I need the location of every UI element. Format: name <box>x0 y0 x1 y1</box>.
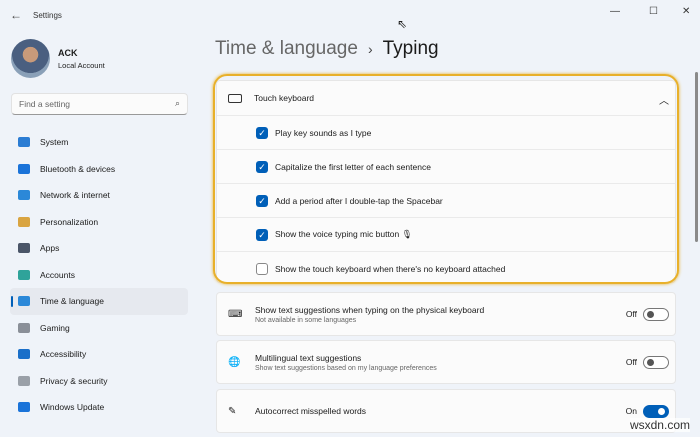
sidebar-item-network-internet[interactable]: Network & internet <box>10 182 188 209</box>
setting-icon: 🌐 <box>228 356 241 368</box>
apps-icon <box>18 243 30 254</box>
avatar[interactable] <box>11 39 50 78</box>
sidebar-item-label: Personalization <box>40 216 99 227</box>
sidebar-item-label: Gaming <box>40 322 70 333</box>
setting-card: ✎ Autocorrect misspelled words On <box>216 389 676 433</box>
search-icon[interactable]: ⌕ <box>175 98 180 109</box>
breadcrumb: Time & language › Typing <box>215 38 439 60</box>
privacy-security-icon <box>18 375 30 386</box>
sidebar-item-label: Bluetooth & devices <box>40 163 116 174</box>
toggle-switch[interactable] <box>643 404 669 418</box>
network-internet-icon <box>18 190 30 201</box>
sidebar-nav: System Bluetooth & devices Network & inter… <box>10 129 188 421</box>
sidebar-item-accounts[interactable]: Accounts <box>10 262 188 289</box>
personalization-icon <box>18 216 30 227</box>
setting-icon: ✎ <box>228 405 237 417</box>
sidebar-item-gaming[interactable]: Gaming <box>10 315 188 342</box>
system-icon <box>18 137 30 148</box>
search-placeholder: Find a setting <box>19 99 71 109</box>
breadcrumb-separator: › <box>367 41 373 57</box>
windows-update-icon <box>18 402 30 413</box>
sidebar-item-windows-update[interactable]: Windows Update <box>10 394 188 421</box>
setting-card: ⌨ Show text suggestions when typing on th… <box>216 292 676 336</box>
sidebar-item-label: Accessibility <box>40 349 87 360</box>
toggle-state: Off <box>625 309 637 319</box>
setting-title: Multilingual text suggestions <box>255 352 362 363</box>
sidebar-item-time-language[interactable]: Time & language <box>10 288 188 315</box>
setting-icon: ⌨ <box>228 308 243 320</box>
setting-title: Show text suggestions when typing on the… <box>255 304 485 315</box>
gaming-icon <box>18 322 30 333</box>
setting-subtitle: Not available in some languages <box>255 316 357 324</box>
watermark: wsxdn.com <box>629 418 690 432</box>
sidebar-item-privacy-security[interactable]: Privacy & security <box>10 368 188 395</box>
time-language-icon <box>18 296 30 307</box>
bluetooth-devices-icon <box>18 163 30 174</box>
sidebar-item-label: Apps <box>40 243 60 254</box>
sidebar-item-label: Windows Update <box>40 402 105 413</box>
sidebar-item-bluetooth-devices[interactable]: Bluetooth & devices <box>10 156 188 183</box>
setting-card: 🌐 Multilingual text suggestions Show text … <box>216 340 676 384</box>
breadcrumb-parent[interactable]: Time & language <box>215 38 358 59</box>
toggle-switch[interactable] <box>643 307 669 321</box>
account-type: Local Account <box>58 61 105 70</box>
close-button[interactable]: ✕ <box>682 6 690 17</box>
maximize-button[interactable]: ☐ <box>649 6 658 17</box>
toggle-state: On <box>625 406 637 416</box>
minimize-button[interactable]: — <box>610 6 620 17</box>
setting-subtitle: Show text suggestions based on my langua… <box>255 364 437 372</box>
sidebar-item-label: Network & internet <box>40 190 110 201</box>
sidebar-item-label: Time & language <box>40 296 104 307</box>
toggle-switch[interactable] <box>643 355 669 369</box>
scrollbar[interactable] <box>695 72 698 242</box>
sidebar-item-label: Privacy & security <box>40 375 108 386</box>
setting-title: Autocorrect misspelled words <box>255 406 367 416</box>
back-button[interactable]: ← <box>10 8 22 22</box>
highlight-outline <box>213 74 679 284</box>
sidebar-item-personalization[interactable]: Personalization <box>10 209 188 236</box>
sidebar-item-label: System <box>40 137 69 148</box>
page-title: Typing <box>382 38 439 59</box>
mouse-cursor-icon: ⇖ <box>397 17 408 31</box>
app-title: Settings <box>33 11 62 20</box>
sidebar-item-apps[interactable]: Apps <box>10 235 188 262</box>
search-input[interactable]: Find a setting ⌕ <box>11 93 188 115</box>
title-bar: ← Settings — ☐ ✕ <box>0 0 700 28</box>
sidebar-item-label: Accounts <box>40 269 75 280</box>
toggle-state: Off <box>625 357 637 367</box>
user-name: ACK <box>58 48 78 58</box>
accounts-icon <box>18 269 30 280</box>
sidebar-item-system[interactable]: System <box>10 129 188 156</box>
accessibility-icon <box>18 349 30 360</box>
sidebar-item-accessibility[interactable]: Accessibility <box>10 341 188 368</box>
